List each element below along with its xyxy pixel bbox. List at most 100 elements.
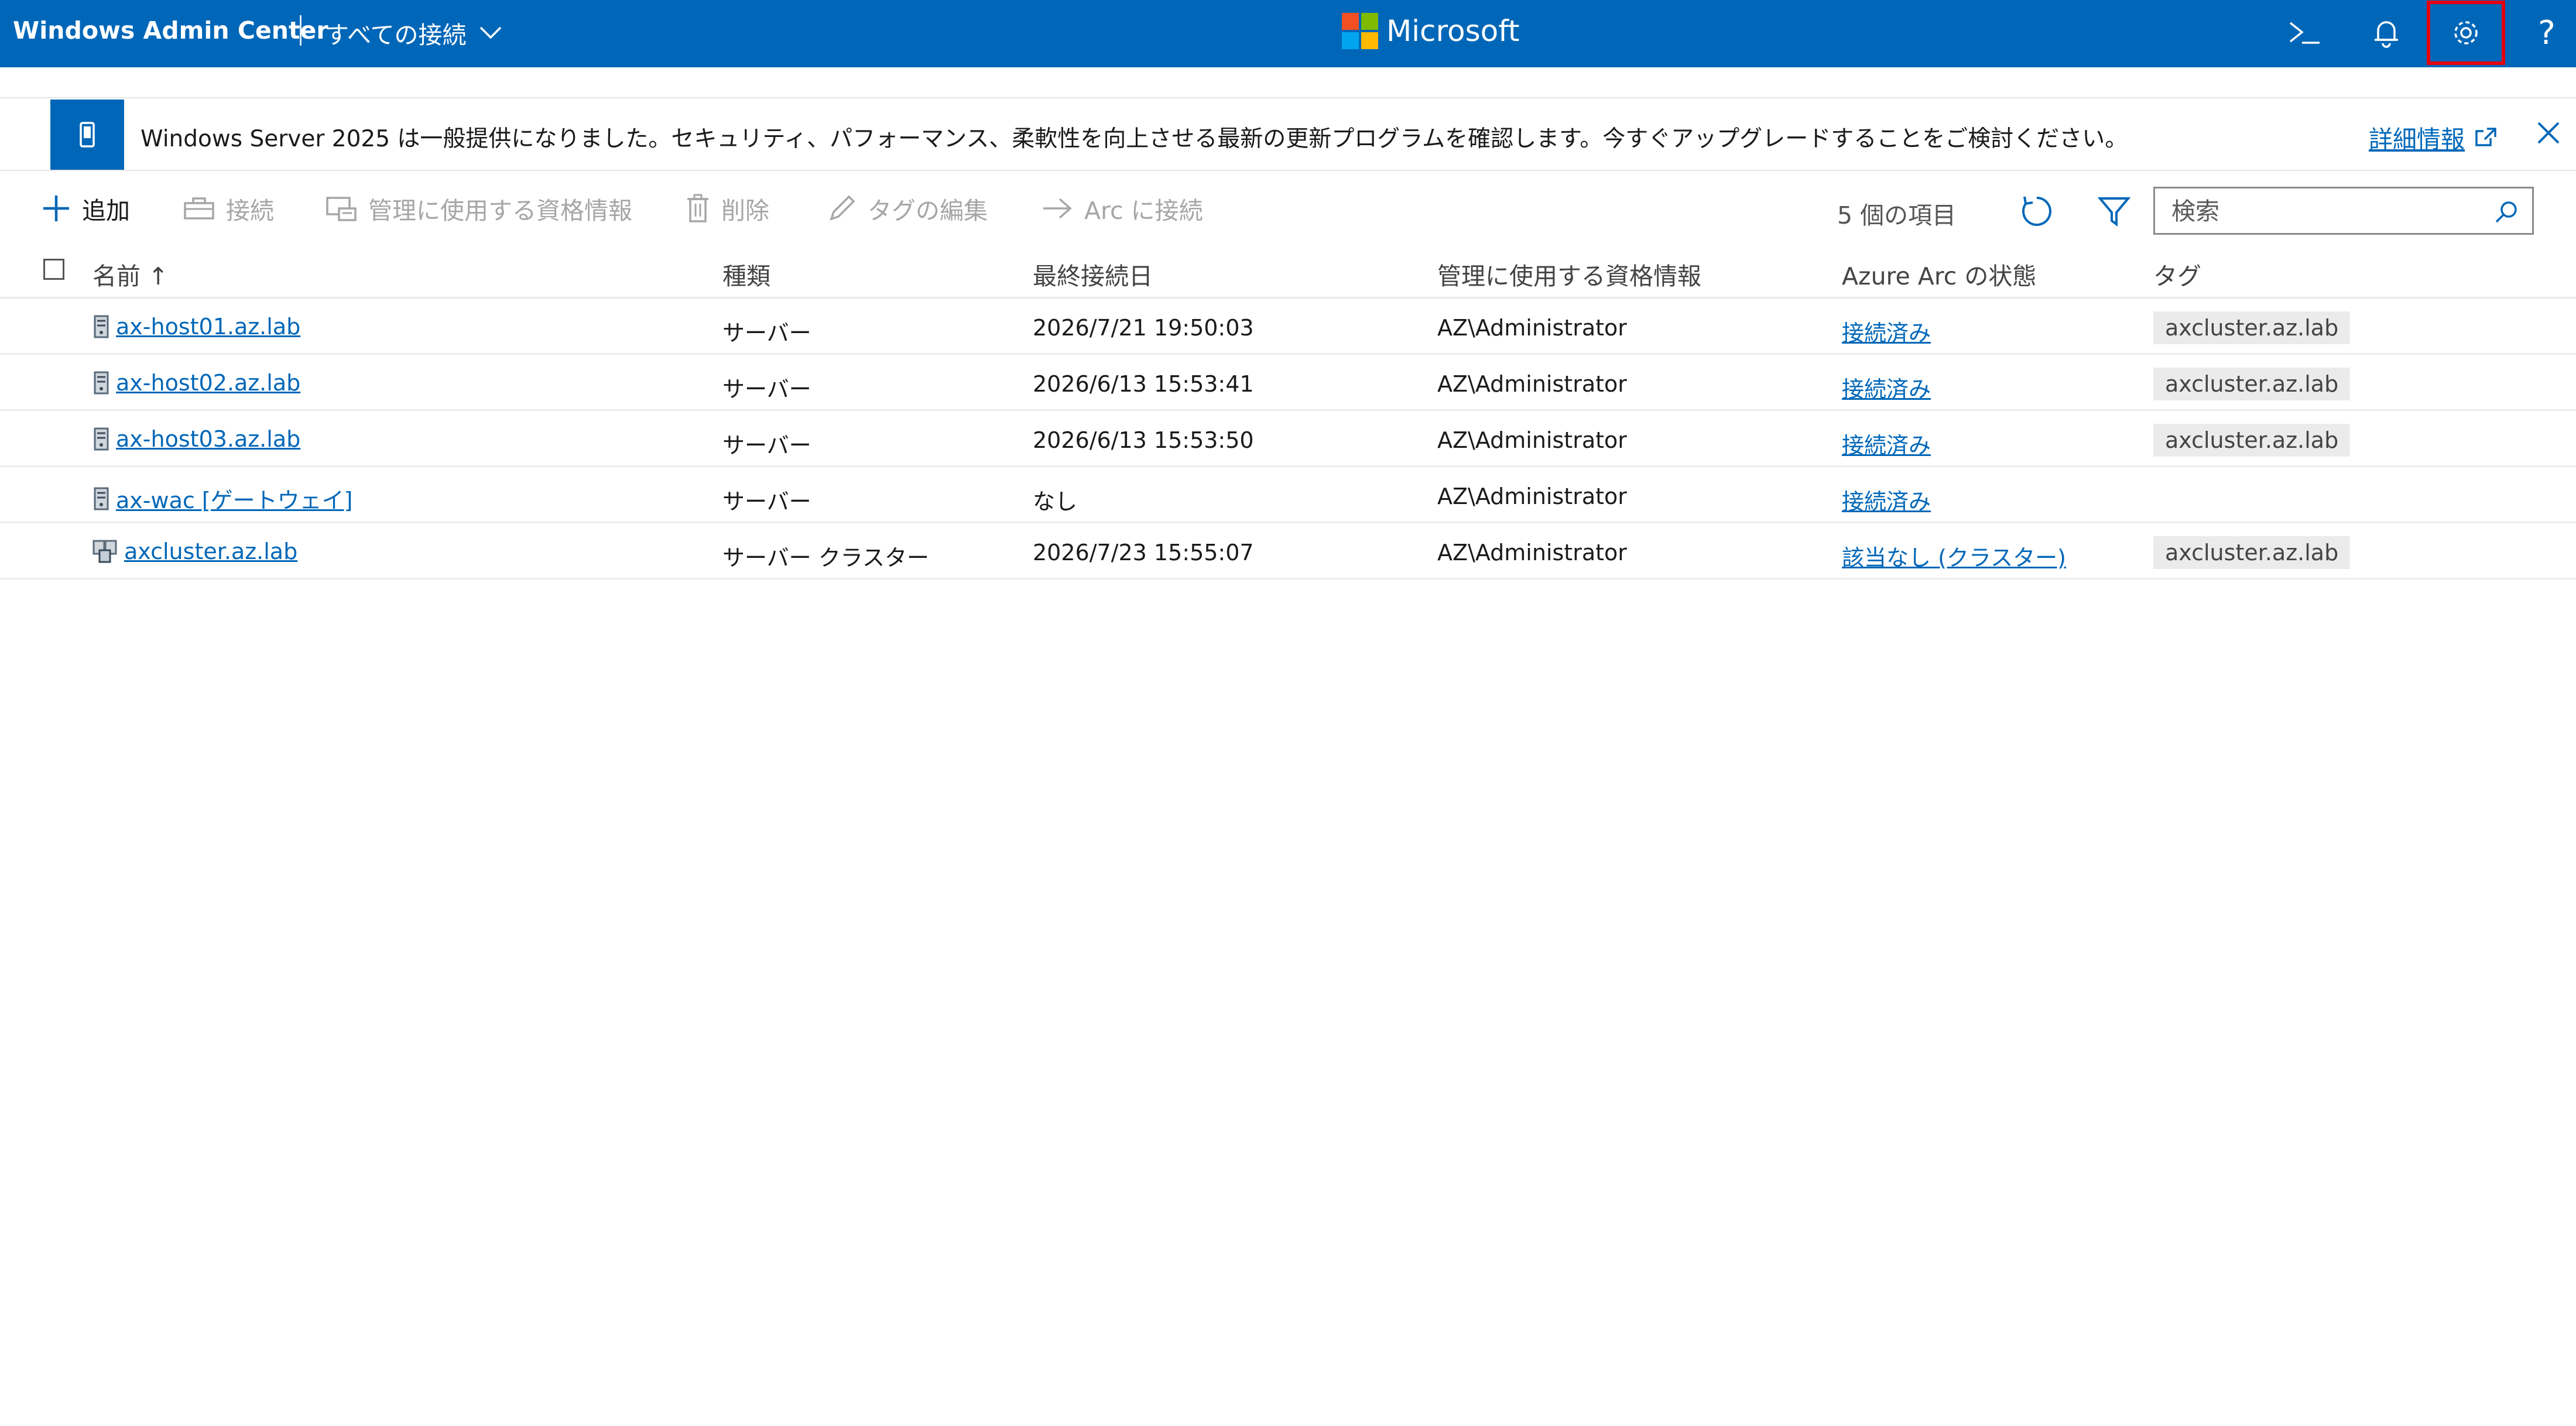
last-connected-cell: 2026/6/13 15:53:50 (1033, 427, 1254, 453)
connections-dropdown[interactable]: すべての接続 (325, 15, 502, 50)
help-button[interactable]: ? (2522, 8, 2571, 57)
column-header-name[interactable]: 名前 ↑ (93, 256, 168, 292)
bell-icon (2375, 21, 2398, 48)
logo-square-green (1361, 13, 1378, 30)
tag-badge: axcluster.az.lab (2153, 311, 2351, 344)
server-icon (94, 371, 109, 395)
credentials-cell: AZ\Administrator (1437, 484, 1627, 509)
delete-label: 削除 (721, 197, 769, 225)
type-cell: サーバー (722, 489, 811, 515)
arc-status-link[interactable]: 接続済み (1842, 427, 1931, 460)
delete-button[interactable]: 削除 (685, 191, 769, 226)
close-icon (2537, 122, 2560, 144)
manage-credentials-button[interactable]: 管理に使用する資格情報 (325, 191, 632, 226)
connect-button[interactable]: 接続 (183, 191, 274, 226)
arc-connect-label: Arc に接続 (1084, 197, 1203, 225)
connect-icon (184, 197, 214, 220)
arc-status-link[interactable]: 接続済み (1842, 315, 1931, 347)
settings-button[interactable] (2427, 1, 2505, 65)
type-cell: サーバー クラスター (722, 545, 929, 571)
title-separator (300, 15, 302, 46)
terminal-icon (2289, 22, 2320, 44)
server-icon (94, 427, 109, 451)
microsoft-logo: Microsoft (1342, 13, 1520, 49)
add-label: 追加 (82, 197, 130, 225)
credentials-cell: AZ\Administrator (1437, 315, 1627, 341)
arc-status-link[interactable]: 接続済み (1842, 484, 1931, 516)
filter-button[interactable] (2095, 192, 2133, 231)
logo-square-red (1342, 13, 1359, 30)
notification-banner: Windows Server 2025 は一般提供になりました。セキュリティ、パ… (0, 97, 2576, 171)
server-name-link[interactable]: ax-host01.az.lab (116, 314, 300, 340)
refresh-icon (2022, 196, 2051, 226)
table-row[interactable]: ax-host01.az.lab サーバー 2026/7/21 19:50:03 AZ… (0, 299, 2576, 355)
type-cell: サーバー (722, 376, 811, 402)
last-connected-cell: 2026/6/13 15:53:41 (1033, 371, 1254, 397)
help-icon: ? (2538, 13, 2556, 52)
table-header: 名前 ↑ 種類 最終接続日 管理に使用する資格情報 Azure Arc の状態 … (0, 245, 2576, 299)
connections-label: すべての接続 (325, 21, 467, 49)
select-all-checkbox[interactable] (43, 259, 64, 280)
trash-icon (687, 194, 708, 222)
server-name-cell: ax-host03.az.lab (93, 426, 300, 452)
plus-icon (43, 196, 69, 221)
last-connected-cell: 2026/7/21 19:50:03 (1033, 315, 1254, 341)
column-header-tags[interactable]: タグ (2153, 256, 2201, 292)
microsoft-brand-text: Microsoft (1386, 14, 1520, 48)
command-bar: 追加 接続 管理に使用する資格情報 削除 タグの編集 Arc に接続 5 個の項… (0, 181, 2576, 235)
search-box[interactable] (2153, 187, 2534, 235)
server-name-link[interactable]: ax-wac [ゲートウェイ] (116, 482, 352, 515)
server-name-cell: ax-host02.az.lab (93, 370, 300, 396)
search-icon (2495, 201, 2517, 223)
banner-close-button[interactable] (2535, 119, 2564, 149)
server-name-cell: axcluster.az.lab (93, 539, 297, 564)
notifications-button[interactable] (2362, 8, 2411, 57)
column-header-type[interactable]: 種類 (722, 256, 770, 292)
credentials-cell: AZ\Administrator (1437, 427, 1627, 453)
arc-status-link[interactable]: 該当なし (クラスター) (1842, 540, 2066, 572)
credentials-cell: AZ\Administrator (1437, 371, 1627, 397)
column-header-credentials[interactable]: 管理に使用する資格情報 (1437, 256, 1701, 292)
logo-square-yellow (1361, 32, 1378, 49)
logo-square-blue (1342, 32, 1359, 49)
microsoft-logo-grid (1342, 13, 1378, 49)
server-name-link[interactable]: ax-host02.az.lab (116, 370, 300, 396)
filter-icon (2098, 197, 2130, 227)
type-cell: サーバー (722, 320, 811, 346)
pencil-icon (830, 195, 855, 221)
terminal-button[interactable] (2280, 8, 2329, 57)
table-row[interactable]: ax-host02.az.lab サーバー 2026/6/13 15:53:41 AZ… (0, 355, 2576, 411)
table-row[interactable]: axcluster.az.lab サーバー クラスター 2026/7/23 15:5… (0, 523, 2576, 580)
tag-badge: axcluster.az.lab (2153, 536, 2351, 569)
credentials-icon (326, 197, 357, 221)
chevron-down-icon (479, 26, 501, 39)
arc-status-link[interactable]: 接続済み (1842, 371, 1931, 403)
arc-connect-button[interactable]: Arc に接続 (1041, 191, 1203, 226)
banner-more-link[interactable]: 詳細情報 (2369, 119, 2499, 155)
top-bar: Windows Admin Center すべての接続 Microsoft ? (0, 0, 2576, 67)
edit-tags-label: タグの編集 (868, 197, 988, 225)
banner-message: Windows Server 2025 は一般提供になりました。セキュリティ、パ… (141, 126, 2128, 152)
search-input[interactable] (2170, 196, 2477, 227)
external-link-icon (2475, 128, 2496, 146)
server-name-cell: ax-host01.az.lab (93, 314, 300, 340)
device-icon (80, 122, 95, 148)
type-cell: サーバー (722, 433, 811, 458)
tag-badge: axcluster.az.lab (2153, 368, 2351, 400)
edit-tags-button[interactable]: タグの編集 (827, 191, 988, 226)
table-row[interactable]: ax-host03.az.lab サーバー 2026/6/13 15:53:50 AZ… (0, 411, 2576, 467)
server-name-link[interactable]: ax-host03.az.lab (116, 426, 300, 452)
item-count: 5 個の項目 (1837, 201, 1957, 229)
add-button[interactable]: 追加 (41, 191, 130, 226)
manage-credentials-label: 管理に使用する資格情報 (368, 197, 632, 225)
credentials-cell: AZ\Administrator (1437, 540, 1627, 565)
app-title[interactable]: Windows Admin Center (13, 16, 328, 44)
refresh-button[interactable] (2017, 192, 2056, 231)
last-connected-cell: 2026/7/23 15:55:07 (1033, 540, 1254, 565)
server-name-link[interactable]: axcluster.az.lab (124, 539, 297, 564)
server-icon (94, 487, 109, 510)
column-header-arc-status[interactable]: Azure Arc の状態 (1842, 256, 2036, 292)
cluster-icon (93, 540, 117, 563)
table-row[interactable]: ax-wac [ゲートウェイ] サーバー なし AZ\Administrator 接続済… (0, 467, 2576, 523)
column-header-last-connected[interactable]: 最終接続日 (1033, 256, 1153, 292)
